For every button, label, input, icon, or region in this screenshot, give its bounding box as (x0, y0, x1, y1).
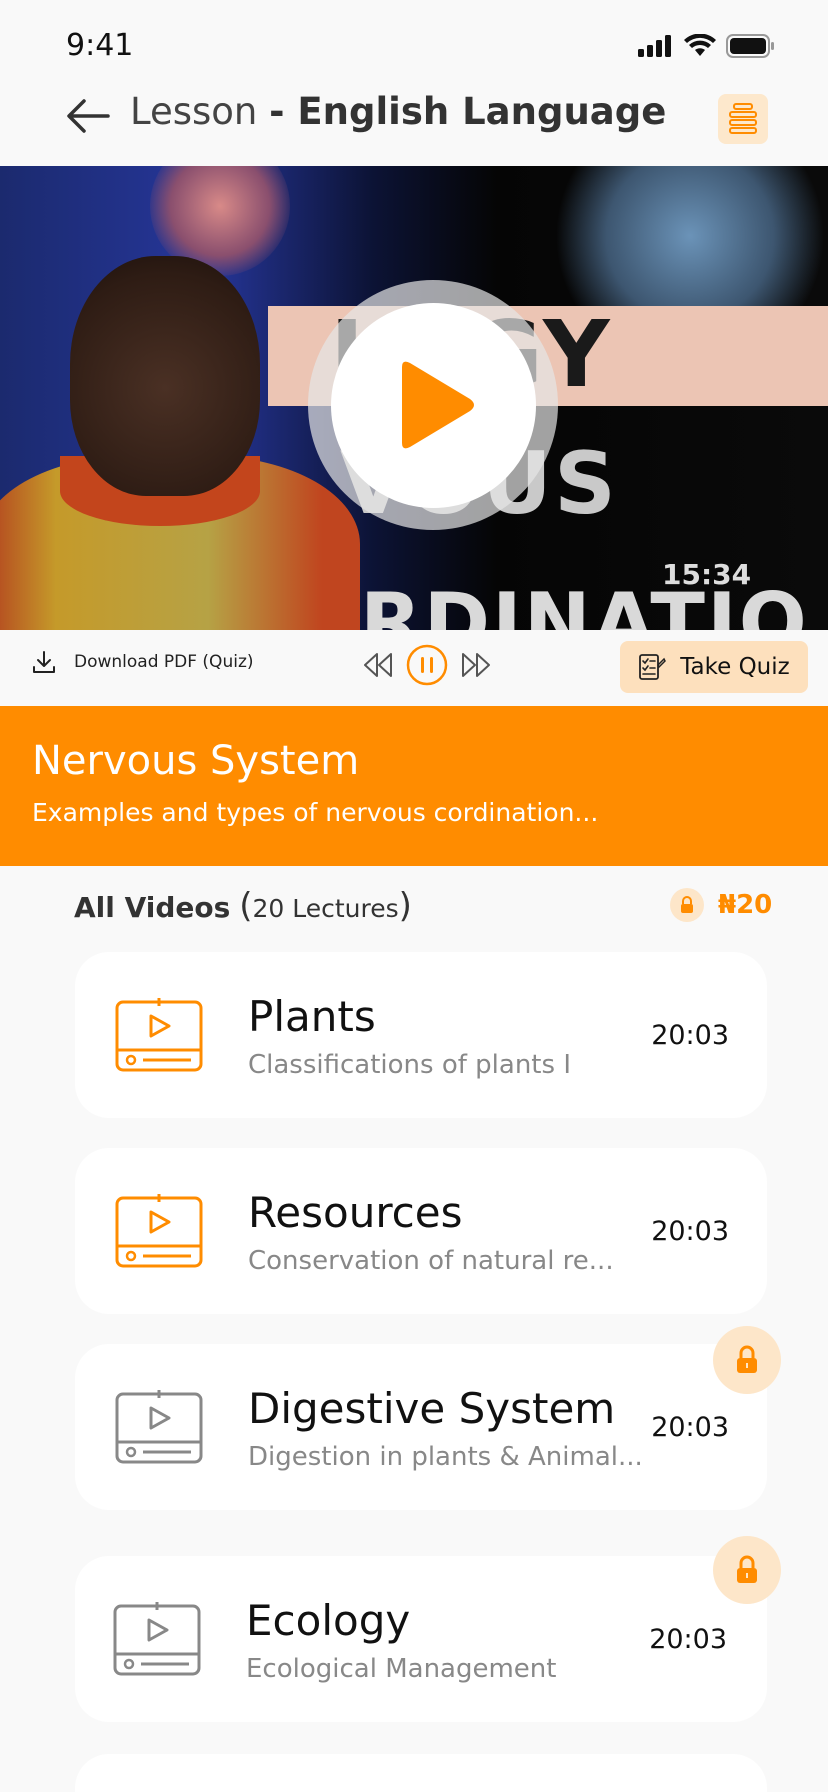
lecture-duration: 20:03 (651, 1216, 729, 1247)
video-lesson-icon (113, 1602, 201, 1682)
presenter-figure (70, 256, 260, 496)
video-lesson-icon (115, 998, 203, 1078)
arrow-left-icon (67, 99, 110, 133)
lecture-count: 20 Lectures (252, 894, 399, 923)
course-price[interactable]: ₦20 (670, 888, 772, 922)
signal-icon (638, 35, 671, 57)
lecture-duration: 20:03 (651, 1020, 729, 1051)
menu-button[interactable] (718, 94, 768, 144)
lecture-card[interactable]: Ecology Ecological Management 20:03 (75, 1556, 767, 1722)
page-title-subject: - English Language (269, 90, 667, 133)
lecture-card[interactable]: Plants Classifications of plants I 20:03 (75, 952, 767, 1118)
quiz-checklist-icon (639, 654, 667, 680)
download-pdf-button[interactable]: Download PDF (Quiz) (32, 650, 254, 674)
lecture-card[interactable] (75, 1754, 767, 1792)
list-menu-icon (729, 103, 757, 134)
video-lesson-icon (115, 1194, 203, 1274)
all-videos-label: All Videos (74, 891, 231, 924)
lecture-title: Digestive System (248, 1384, 616, 1433)
fast-forward-icon[interactable] (460, 651, 492, 679)
lock-icon (737, 1345, 757, 1373)
page-title: Lesson - English Language (130, 90, 666, 133)
take-quiz-button[interactable]: Take Quiz (620, 641, 808, 693)
battery-icon (726, 34, 774, 58)
lecture-subtitle: Ecological Management (246, 1654, 557, 1684)
topic-title: Nervous System (32, 738, 360, 784)
lecture-title: Ecology (246, 1596, 411, 1645)
lock-icon (737, 1555, 757, 1583)
lecture-duration: 20:03 (649, 1624, 727, 1655)
locked-badge (713, 1536, 781, 1604)
download-icon (33, 651, 55, 673)
lecture-title: Plants (248, 992, 376, 1041)
take-quiz-label: Take Quiz (680, 654, 790, 680)
video-timecode: 15:34 (662, 558, 752, 591)
status-time: 9:41 (66, 28, 134, 63)
lectures-heading: All Videos (20 Lectures) (74, 886, 412, 926)
open-paren: ( (239, 886, 253, 926)
rewind-icon[interactable] (362, 651, 394, 679)
topic-description: Examples and types of nervous cordinatio… (32, 798, 599, 827)
back-button[interactable] (66, 96, 110, 136)
price-lock-badge (670, 888, 704, 922)
wifi-icon (684, 34, 716, 56)
lecture-subtitle: Classifications of plants I (248, 1050, 571, 1080)
lecture-card[interactable]: Digestive System Digestion in plants & A… (75, 1344, 767, 1510)
lecture-title: Resources (248, 1188, 463, 1237)
lecture-subtitle: Digestion in plants & Animal... (248, 1442, 643, 1472)
price-value: ₦20 (718, 890, 773, 920)
app-header: Lesson - English Language (0, 88, 828, 166)
playback-controls (362, 644, 492, 686)
topic-banner: Nervous System Examples and types of ner… (0, 706, 828, 866)
lock-icon (681, 896, 693, 913)
close-paren: ) (398, 886, 412, 926)
play-icon (402, 361, 474, 449)
lecture-duration: 20:03 (651, 1412, 729, 1443)
status-bar: 9:41 (0, 0, 828, 90)
player-controls: Download PDF (Quiz) Take Quiz (0, 630, 828, 706)
video-player[interactable]: LOGY VOUS RDINATIO 15:34 (0, 166, 828, 630)
locked-badge (713, 1326, 781, 1394)
status-icons (638, 34, 776, 58)
play-button-inner (330, 302, 536, 508)
download-pdf-label: Download PDF (Quiz) (74, 652, 254, 672)
page-title-prefix: Lesson (130, 90, 258, 133)
video-lesson-icon (115, 1390, 203, 1470)
play-button[interactable] (308, 280, 558, 530)
lecture-subtitle: Conservation of natural re... (248, 1246, 614, 1276)
lecture-card[interactable]: Resources Conservation of natural re... … (75, 1148, 767, 1314)
pause-icon[interactable] (406, 644, 448, 686)
